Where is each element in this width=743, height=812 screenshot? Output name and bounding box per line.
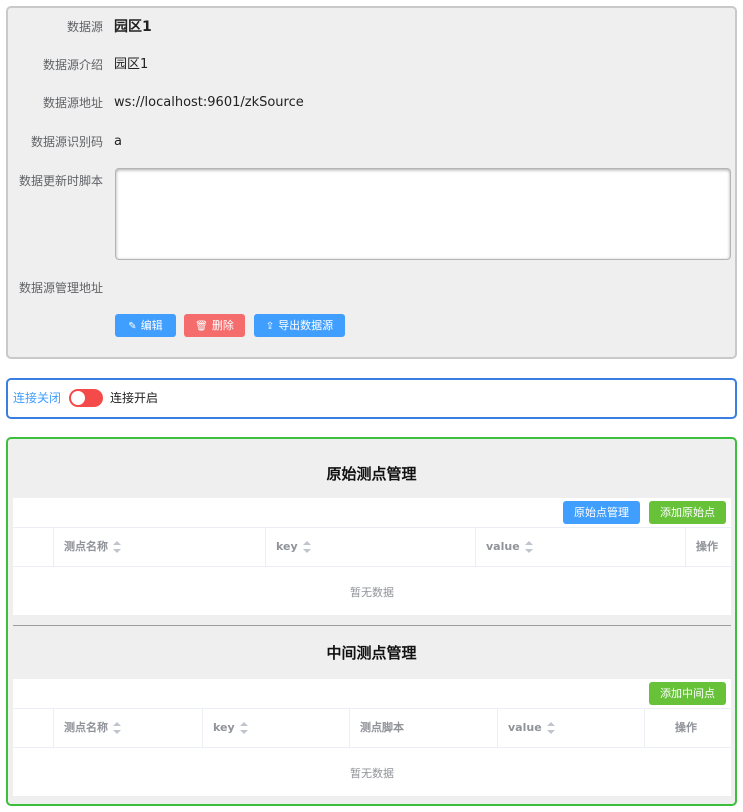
datasource-info-panel: 数据源 园区1 数据源介绍 园区1 数据源地址 ws://localhost:9… (6, 6, 737, 359)
raw-select-column (13, 528, 54, 566)
delete-button[interactable]: 🗑 删除 (184, 314, 245, 337)
datasource-manage-row: 数据源管理地址 (8, 278, 735, 298)
section-divider (13, 625, 731, 626)
datasource-code-value: a (114, 134, 122, 149)
raw-points-table-header: 测点名称 key value 操作 (13, 527, 731, 567)
sort-icon[interactable] (302, 541, 311, 553)
datasource-name-label: 数据源 (66, 20, 103, 34)
connection-on-label[interactable]: 连接开启 (110, 390, 158, 407)
raw-column-value-label: value (486, 540, 520, 553)
mid-column-name-label: 测点名称 (64, 721, 108, 734)
raw-points-title: 原始测点管理 (326, 465, 417, 483)
mid-points-table: 添加中间点 测点名称 key 测点脚本 value 操作 暂无数据 (13, 679, 731, 796)
mid-column-script-label: 测点脚本 (360, 721, 404, 734)
datasource-address-value: ws://localhost:9601/zkSource (114, 95, 304, 110)
datasource-intro-label: 数据源介绍 (42, 58, 103, 72)
raw-column-actions: 操作 (686, 528, 731, 566)
datasource-address-label: 数据源地址 (42, 96, 103, 110)
pencil-icon: ✎ (128, 321, 137, 332)
datasource-code-label: 数据源识别码 (30, 135, 103, 149)
export-datasource-button[interactable]: ⇪ 导出数据源 (254, 314, 345, 337)
datasource-code-row: 数据源识别码 a (8, 132, 735, 152)
raw-column-key-label: key (276, 540, 298, 553)
datasource-intro-value: 园区1 (114, 57, 149, 72)
datasource-name-row: 数据源 园区1 (8, 17, 735, 37)
raw-column-name-label: 测点名称 (64, 540, 108, 553)
mid-column-name[interactable]: 测点名称 (54, 709, 203, 747)
mid-column-key-label: key (213, 721, 235, 734)
mid-points-empty: 暂无数据 (350, 767, 394, 780)
datasource-script-label: 数据更新时脚本 (18, 174, 103, 188)
raw-column-value[interactable]: value (476, 528, 686, 566)
datasource-address-row: 数据源地址 ws://localhost:9601/zkSource (8, 93, 735, 113)
edit-button-label: 编辑 (140, 319, 163, 332)
raw-points-table: 原始点管理 添加原始点 测点名称 key value 操作 暂无数据 (13, 498, 731, 615)
datasource-name-value: 园区1 (114, 19, 152, 35)
delete-button-label: 删除 (211, 319, 234, 332)
mid-column-value-label: value (508, 721, 542, 734)
sort-icon[interactable] (113, 722, 121, 734)
mid-points-title: 中间测点管理 (326, 644, 417, 662)
export-button-label: 导出数据源 (278, 319, 334, 332)
mid-column-script: 测点脚本 (350, 709, 498, 747)
connection-toggle-panel: 连接关闭 连接开启 (6, 378, 737, 419)
connection-switch[interactable] (69, 389, 103, 407)
sort-icon[interactable] (524, 541, 533, 553)
trash-icon: 🗑 (195, 321, 208, 332)
datasource-intro-row: 数据源介绍 园区1 (8, 55, 735, 75)
mid-column-value[interactable]: value (498, 709, 645, 747)
raw-column-actions-label: 操作 (696, 540, 718, 553)
raw-column-key[interactable]: key (266, 528, 476, 566)
mid-select-column (13, 709, 54, 747)
mid-column-key[interactable]: key (203, 709, 350, 747)
raw-points-manage-button[interactable]: 原始点管理 (563, 501, 640, 524)
raw-points-empty: 暂无数据 (350, 586, 394, 599)
mid-column-actions: 操作 (645, 709, 731, 747)
connection-off-label[interactable]: 连接关闭 (13, 390, 61, 407)
datasource-script-textarea[interactable] (115, 168, 731, 260)
edit-button[interactable]: ✎ 编辑 (115, 314, 176, 337)
datasource-manage-label: 数据源管理地址 (18, 281, 103, 295)
add-mid-point-button[interactable]: 添加中间点 (649, 682, 726, 705)
switch-knob (71, 391, 85, 405)
raw-column-name[interactable]: 测点名称 (54, 528, 266, 566)
sort-icon[interactable] (546, 722, 555, 734)
mid-points-table-header: 测点名称 key 测点脚本 value 操作 (13, 708, 731, 748)
sort-icon[interactable] (113, 541, 121, 553)
sort-icon[interactable] (239, 722, 248, 734)
mid-column-actions-label: 操作 (675, 721, 697, 734)
points-management-panel: 原始测点管理 原始点管理 添加原始点 测点名称 key value 操作 暂无数… (6, 437, 737, 806)
upload-icon: ⇪ (265, 321, 275, 332)
add-raw-point-button[interactable]: 添加原始点 (649, 501, 726, 524)
